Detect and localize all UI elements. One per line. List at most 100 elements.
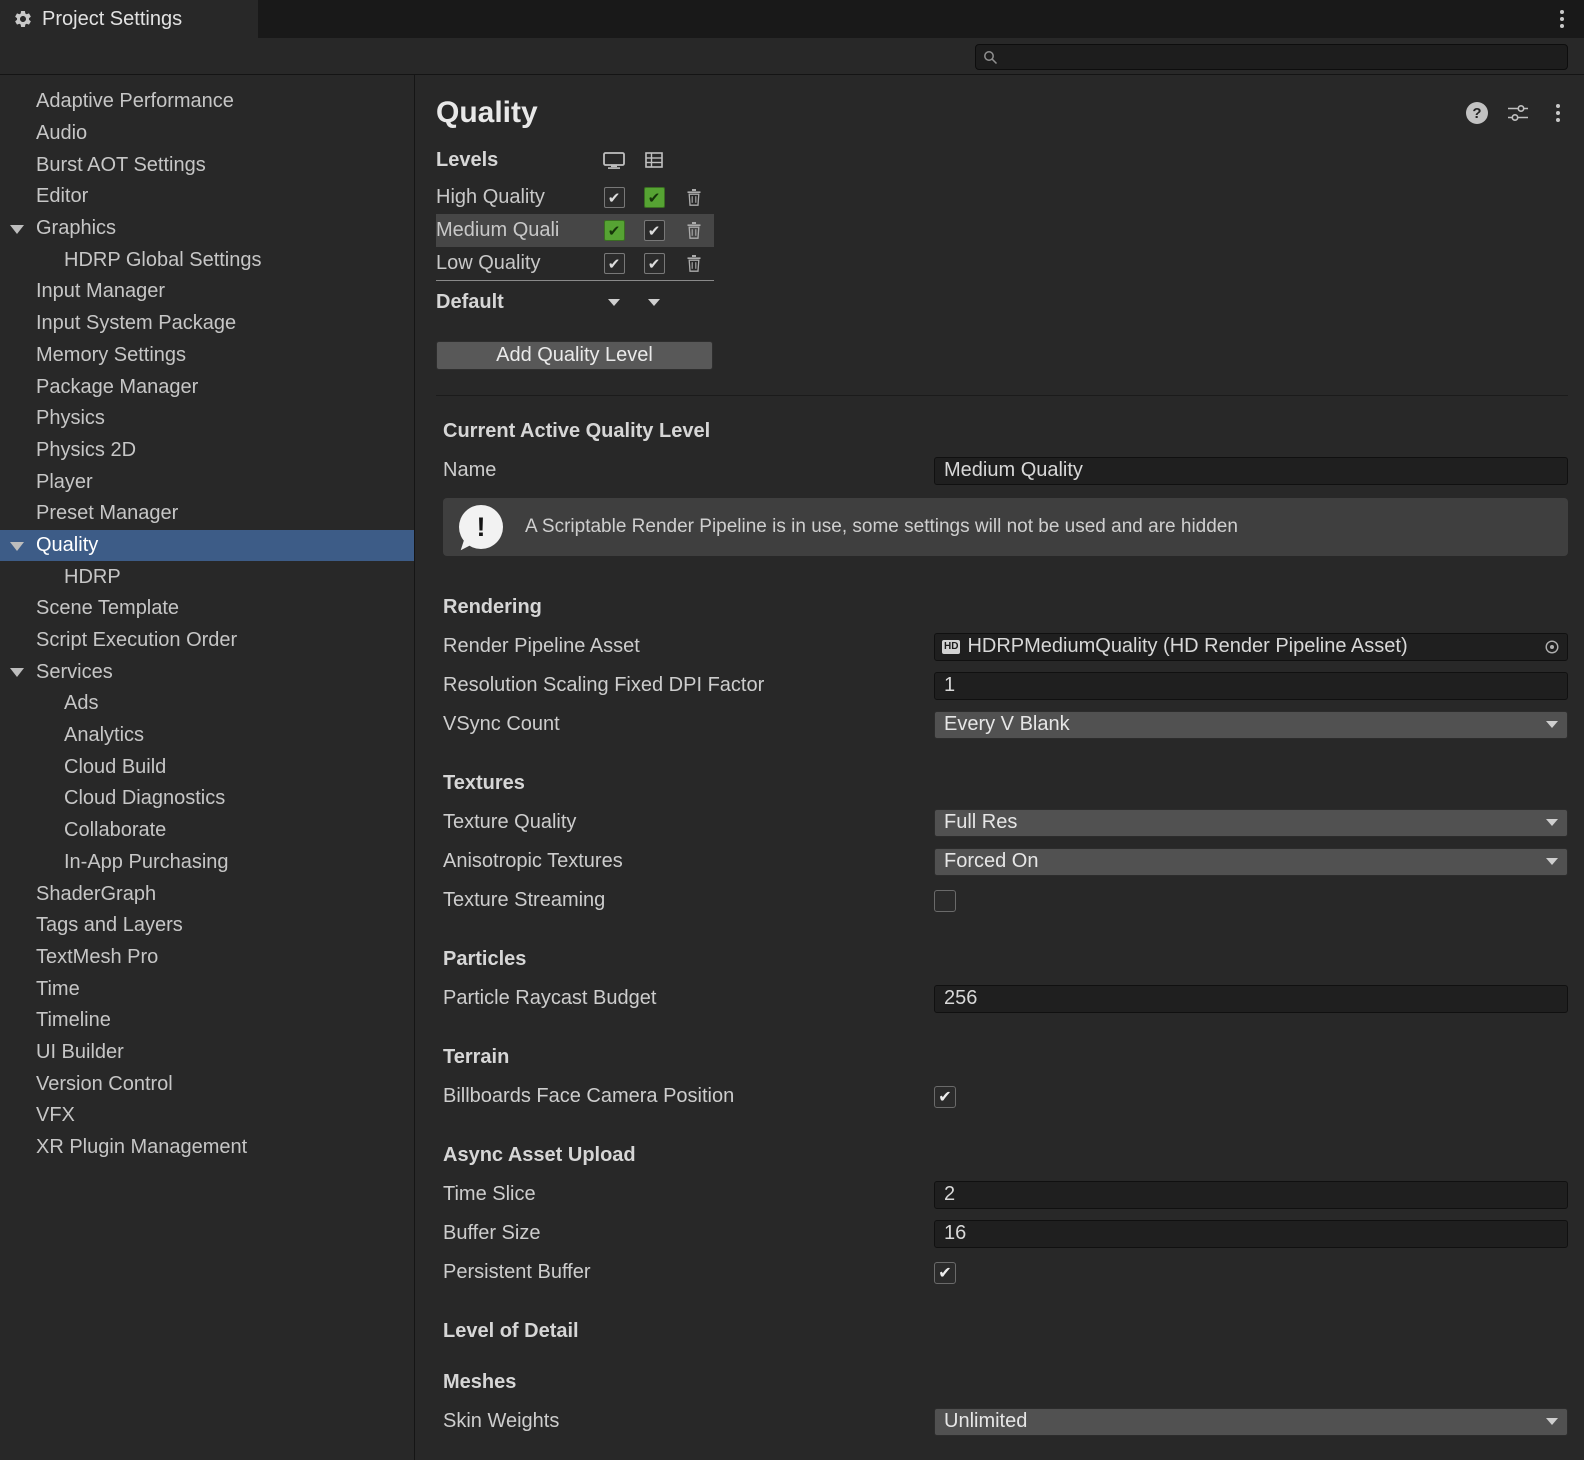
quality-level-row-high[interactable]: High Quality [436,181,714,214]
sidebar-item-burst-aot-settings[interactable]: Burst AOT Settings [0,149,414,181]
vsync-count-dropdown[interactable]: Every V Blank [934,711,1568,739]
sidebar-item-scene-template[interactable]: Scene Template [0,593,414,625]
help-button[interactable]: ? [1466,102,1488,124]
sidebar-item-cloud-build[interactable]: Cloud Build [0,751,414,783]
presets-icon[interactable] [1508,104,1528,122]
time-slice-field[interactable]: 2 [934,1181,1568,1209]
level-checkbox[interactable] [604,253,625,274]
setting-row-vsync: VSync Count Every V Blank [436,705,1568,744]
sidebar-item-shadergraph[interactable]: ShaderGraph [0,878,414,910]
sidebar-item-preset-manager[interactable]: Preset Manager [0,498,414,530]
sidebar-item-tags-and-layers[interactable]: Tags and Layers [0,910,414,942]
level-checkbox[interactable] [644,220,665,241]
dpi-factor-value: 1 [944,674,955,697]
delete-level-button[interactable] [687,189,701,206]
titlebar: Project Settings [0,0,1584,38]
expander-icon[interactable] [10,225,24,234]
hd-asset-icon: HD [942,640,960,654]
render-pipeline-asset-field[interactable]: HD HDRPMediumQuality (HD Render Pipeline… [934,633,1568,661]
quality-level-row-low[interactable]: Low Quality [436,247,714,280]
sidebar-item-graphics[interactable]: Graphics [0,213,414,245]
help-icon: ? [1472,105,1481,122]
sidebar-item-label: Input System Package [36,312,236,335]
search-box[interactable] [975,44,1568,70]
quality-level-row-medium[interactable]: Medium Quali [436,214,714,247]
sidebar-item-script-execution-order[interactable]: Script Execution Order [0,625,414,657]
sidebar-item-label: Cloud Diagnostics [64,787,225,810]
expander-icon[interactable] [10,542,24,551]
tab-project-settings[interactable]: Project Settings [0,0,258,38]
texture-streaming-label: Texture Streaming [443,889,934,912]
sidebar-item-xr-plugin-management[interactable]: XR Plugin Management [0,1132,414,1164]
particle-raycast-budget-field[interactable]: 256 [934,985,1568,1013]
sidebar-item-cloud-diagnostics[interactable]: Cloud Diagnostics [0,783,414,815]
window-menu-button[interactable] [1552,7,1572,31]
sidebar-item-time[interactable]: Time [0,973,414,1005]
setting-row-name: Name Medium Quality [436,451,1568,490]
anisotropic-textures-dropdown[interactable]: Forced On [934,848,1568,876]
buffer-size-field[interactable]: 16 [934,1220,1568,1248]
sidebar-item-quality[interactable]: Quality [0,530,414,562]
desktop-platform-icon[interactable] [594,152,634,169]
sidebar-item-memory-settings[interactable]: Memory Settings [0,340,414,372]
toolbar [0,38,1584,75]
setting-row-texture-quality: Texture Quality Full Res [436,803,1568,842]
platform-grid-icon[interactable] [634,152,674,168]
particle-raycast-budget-value: 256 [944,987,977,1010]
sidebar-item-input-manager[interactable]: Input Manager [0,276,414,308]
sidebar-item-editor[interactable]: Editor [0,181,414,213]
sidebar-item-textmesh-pro[interactable]: TextMesh Pro [0,942,414,974]
vsync-count-label: VSync Count [443,713,934,736]
anisotropic-textures-label: Anisotropic Textures [443,850,934,873]
sidebar-item-hdrp-global-settings[interactable]: HDRP Global Settings [0,244,414,276]
search-input[interactable] [1003,48,1560,66]
delete-level-button[interactable] [687,255,701,272]
sidebar-item-collaborate[interactable]: Collaborate [0,815,414,847]
name-field[interactable]: Medium Quality [934,457,1568,485]
panel-menu-button[interactable] [1548,101,1568,125]
sidebar-item-physics[interactable]: Physics [0,403,414,435]
skin-weights-value: Unlimited [944,1410,1027,1433]
default-platform-dropdown[interactable] [634,299,674,306]
object-picker-icon[interactable] [1544,639,1560,655]
texture-quality-dropdown[interactable]: Full Res [934,809,1568,837]
page-title: Quality [436,96,538,130]
skin-weights-dropdown[interactable]: Unlimited [934,1408,1568,1436]
sidebar-item-timeline[interactable]: Timeline [0,1005,414,1037]
buffer-size-label: Buffer Size [443,1222,934,1245]
delete-level-button[interactable] [687,222,701,239]
sidebar-item-label: Burst AOT Settings [36,154,206,177]
texture-quality-value: Full Res [944,811,1017,834]
sidebar-item-analytics[interactable]: Analytics [0,720,414,752]
sidebar-item-hdrp[interactable]: HDRP [0,561,414,593]
level-checkbox[interactable] [604,220,625,241]
sidebar-item-version-control[interactable]: Version Control [0,1068,414,1100]
texture-streaming-checkbox[interactable] [934,890,956,912]
sidebar-item-label: Version Control [36,1073,173,1096]
sidebar-item-vfx[interactable]: VFX [0,1100,414,1132]
level-checkbox[interactable] [644,187,665,208]
sidebar-item-label: Timeline [36,1009,111,1032]
name-label: Name [443,459,934,482]
sidebar-item-adaptive-performance[interactable]: Adaptive Performance [0,86,414,118]
billboards-face-camera-checkbox[interactable] [934,1086,956,1108]
sidebar-item-input-system-package[interactable]: Input System Package [0,308,414,340]
level-checkbox[interactable] [604,187,625,208]
sidebar-item-audio[interactable]: Audio [0,118,414,150]
persistent-buffer-checkbox[interactable] [934,1262,956,1284]
level-checkbox[interactable] [644,253,665,274]
terrain-header: Terrain [436,1046,1568,1069]
sidebar-item-physics-2d[interactable]: Physics 2D [0,435,414,467]
sidebar-item-player[interactable]: Player [0,466,414,498]
anisotropic-textures-value: Forced On [944,850,1038,873]
expander-icon[interactable] [10,668,24,677]
sidebar-item-package-manager[interactable]: Package Manager [0,371,414,403]
sidebar-item-label: Physics 2D [36,439,136,462]
sidebar-item-in-app-purchasing[interactable]: In-App Purchasing [0,847,414,879]
sidebar-item-services[interactable]: Services [0,656,414,688]
sidebar-item-ads[interactable]: Ads [0,688,414,720]
add-quality-level-button[interactable]: Add Quality Level [436,341,713,370]
default-platform-dropdown[interactable] [594,299,634,306]
sidebar-item-ui-builder[interactable]: UI Builder [0,1037,414,1069]
dpi-factor-field[interactable]: 1 [934,672,1568,700]
